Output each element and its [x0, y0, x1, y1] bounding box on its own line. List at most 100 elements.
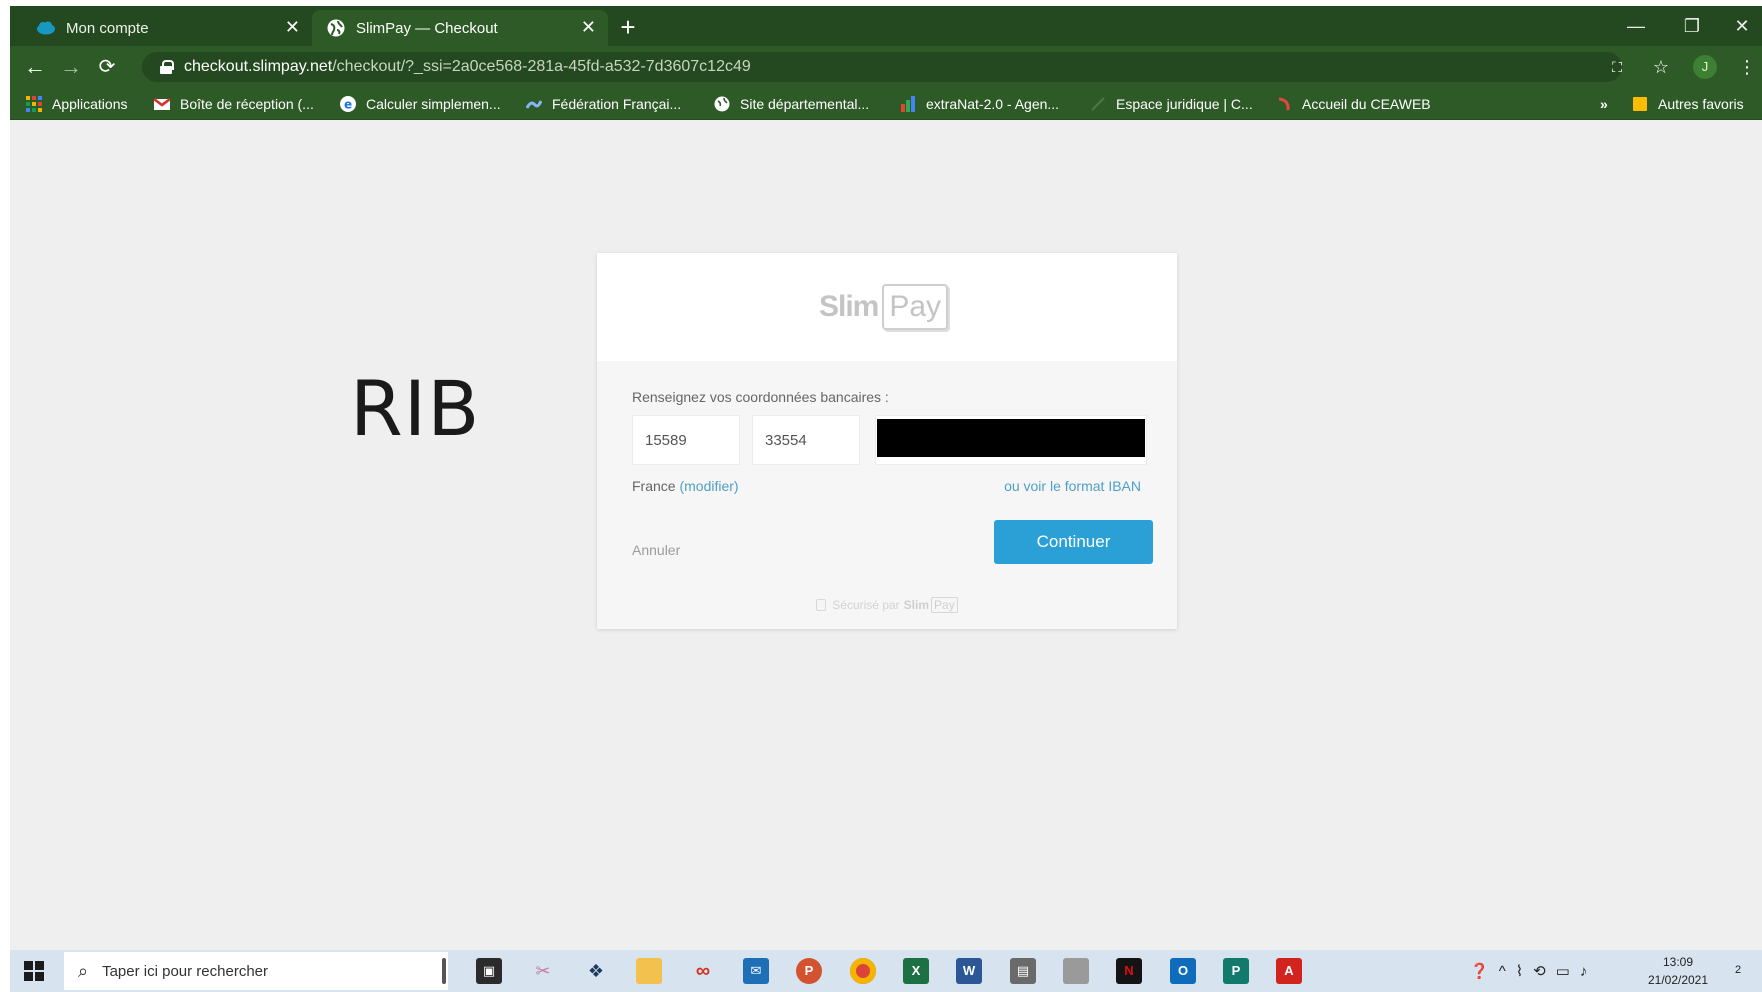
- search-icon: ⌕: [78, 960, 89, 981]
- chevron-up-icon[interactable]: ^: [1499, 963, 1506, 980]
- clock[interactable]: 13:09 21/02/2021: [1638, 953, 1718, 989]
- tab-slimpay-checkout[interactable]: SlimPay — Checkout ✕: [312, 10, 608, 46]
- network-icon[interactable]: ⌇: [1516, 962, 1523, 980]
- modify-country-link[interactable]: (modifier): [679, 478, 738, 494]
- country-label: France (modifier): [632, 478, 739, 494]
- new-tab-button[interactable]: +: [614, 14, 642, 42]
- bookmark-label: Site départemental...: [740, 96, 870, 112]
- forward-icon[interactable]: →: [58, 54, 84, 80]
- menu-kebab-icon[interactable]: ⋮: [1734, 54, 1760, 80]
- bookmark-gmail[interactable]: Boîte de réception (...: [153, 88, 314, 120]
- taskbar: ⌕ Taper ici pour rechercher ▣ ✂ ❖ ∞ ✉ P …: [10, 950, 1762, 992]
- bookmark-label: Calculer simplemen...: [366, 96, 501, 112]
- notifications-icon[interactable]: 2: [1726, 960, 1750, 982]
- folder-icon: [1632, 96, 1648, 112]
- bank-code-input[interactable]: 15589: [632, 415, 740, 465]
- bookmarks-bar: Applications Boîte de réception (... e C…: [10, 88, 1762, 120]
- chrome-icon[interactable]: [850, 958, 876, 984]
- back-icon[interactable]: ←: [22, 54, 48, 80]
- battery-icon[interactable]: ▭: [1556, 962, 1570, 980]
- cancel-link[interactable]: Annuler: [632, 542, 680, 558]
- federation-icon: [525, 96, 543, 112]
- tab-mon-compte[interactable]: Mon compte ✕: [22, 10, 312, 46]
- snipping-icon[interactable]: ✂: [530, 958, 556, 984]
- apps-grid-icon: [26, 96, 42, 112]
- screen: Mon compte ✕ SlimPay — Checkout ✕ + — ❐ …: [10, 6, 1762, 992]
- logo-slim-text: Slim: [819, 290, 879, 323]
- bookmark-calculer[interactable]: e Calculer simplemen...: [340, 88, 501, 120]
- instruction-text: Renseignez vos coordonnées bancaires :: [632, 389, 889, 405]
- e-icon: e: [340, 96, 356, 112]
- ceaweb-icon: [1276, 96, 1292, 112]
- bookmarks-overflow-button[interactable]: »: [1600, 88, 1608, 120]
- powerpoint-icon[interactable]: P: [796, 958, 822, 984]
- translate-icon[interactable]: ⛶: [1604, 54, 1630, 80]
- dropbox-icon[interactable]: ❖: [583, 958, 609, 984]
- tab-title: Mon compte: [66, 19, 149, 37]
- taskbar-search-input[interactable]: ⌕ Taper ici pour rechercher: [64, 952, 448, 990]
- volume-icon[interactable]: ♪: [1580, 963, 1588, 980]
- publisher-icon[interactable]: P: [1223, 958, 1249, 984]
- netflix-icon[interactable]: N: [1116, 958, 1142, 984]
- slimpay-logo: Slim Pay: [819, 277, 949, 337]
- store-icon[interactable]: ▣: [476, 958, 502, 984]
- close-tab-icon[interactable]: ✕: [285, 17, 300, 38]
- iban-format-link[interactable]: ou voir le format IBAN: [1004, 478, 1141, 494]
- windows-start-icon[interactable]: [24, 961, 44, 981]
- infinity-app-icon[interactable]: ∞: [690, 958, 716, 984]
- task-view-icon[interactable]: [442, 958, 446, 984]
- close-window-icon[interactable]: ✕: [1722, 12, 1762, 40]
- outlook-icon[interactable]: O: [1170, 958, 1196, 984]
- bookmark-espace-juridique[interactable]: Espace juridique | C...: [1090, 88, 1253, 120]
- globe-icon: [326, 18, 346, 38]
- branch-code-input[interactable]: 33554: [752, 415, 860, 465]
- bookmark-label: extraNat-2.0 - Agen...: [926, 96, 1060, 112]
- help-icon[interactable]: ❓: [1470, 962, 1489, 980]
- reload-icon[interactable]: ⟳: [94, 54, 120, 80]
- bookmark-autres-favoris[interactable]: Autres favoris: [1632, 88, 1744, 120]
- salesforce-cloud-icon: [36, 18, 56, 38]
- system-tray: ❓ ^ ⌇ ⟲ ▭ ♪: [1470, 950, 1597, 992]
- secured-text: Sécurisé par: [832, 598, 900, 612]
- account-number-input[interactable]: [875, 415, 1147, 465]
- bookmark-applications[interactable]: Applications: [26, 88, 128, 120]
- secured-pay-text: Pay: [931, 597, 958, 613]
- globe-icon: [714, 96, 730, 112]
- tab-title: SlimPay — Checkout: [356, 19, 498, 37]
- excel-icon[interactable]: X: [903, 958, 929, 984]
- secured-by-footer: Sécurisé par Slim Pay: [597, 597, 1177, 613]
- avatar[interactable]: J: [1693, 55, 1717, 79]
- redaction-block: [877, 419, 1145, 457]
- rib-annotation: RIB: [350, 364, 481, 453]
- mail-icon[interactable]: ✉: [743, 958, 769, 984]
- secured-slim-text: Slim: [903, 598, 930, 612]
- logo-pay-text: Pay: [882, 284, 949, 330]
- country-name: France: [632, 478, 676, 494]
- search-placeholder: Taper ici pour rechercher: [102, 962, 269, 980]
- bookmark-label: Autres favoris: [1658, 96, 1744, 112]
- bookmark-label: Espace juridique | C...: [1116, 96, 1253, 112]
- document-app-icon[interactable]: ▤: [1010, 958, 1036, 984]
- address-bar[interactable]: checkout.slimpay.net /checkout/?_ssi=2a0…: [142, 52, 1622, 82]
- bookmark-extranat[interactable]: extraNat-2.0 - Agen...: [900, 88, 1059, 120]
- bookmark-label: Accueil du CEAWEB: [1302, 96, 1431, 112]
- restore-icon[interactable]: ❐: [1672, 12, 1712, 40]
- lock-icon: [160, 60, 174, 74]
- card-header: Slim Pay: [597, 253, 1177, 361]
- bookmark-ceaweb[interactable]: Accueil du CEAWEB: [1276, 88, 1431, 120]
- clock-time: 13:09: [1662, 955, 1694, 969]
- continue-button[interactable]: Continuer: [994, 520, 1153, 564]
- star-icon[interactable]: ☆: [1648, 54, 1674, 80]
- browser-toolbar: ← → ⟳ checkout.slimpay.net /checkout/?_s…: [10, 46, 1762, 88]
- bookmark-site-departemental[interactable]: Site départemental...: [714, 88, 869, 120]
- photo-app-icon[interactable]: [1063, 958, 1089, 984]
- url-path: /checkout/?_ssi=2a0ce568-281a-45fd-a532-…: [332, 58, 751, 75]
- acrobat-icon[interactable]: A: [1276, 958, 1302, 984]
- sync-icon[interactable]: ⟲: [1533, 962, 1546, 980]
- bookmark-federation[interactable]: Fédération Françai...: [525, 88, 681, 120]
- file-explorer-icon[interactable]: [636, 958, 662, 984]
- tab-bar: Mon compte ✕ SlimPay — Checkout ✕ + — ❐ …: [10, 6, 1762, 46]
- word-icon[interactable]: W: [956, 958, 982, 984]
- minimize-icon[interactable]: —: [1616, 12, 1656, 40]
- close-tab-icon[interactable]: ✕: [581, 17, 596, 38]
